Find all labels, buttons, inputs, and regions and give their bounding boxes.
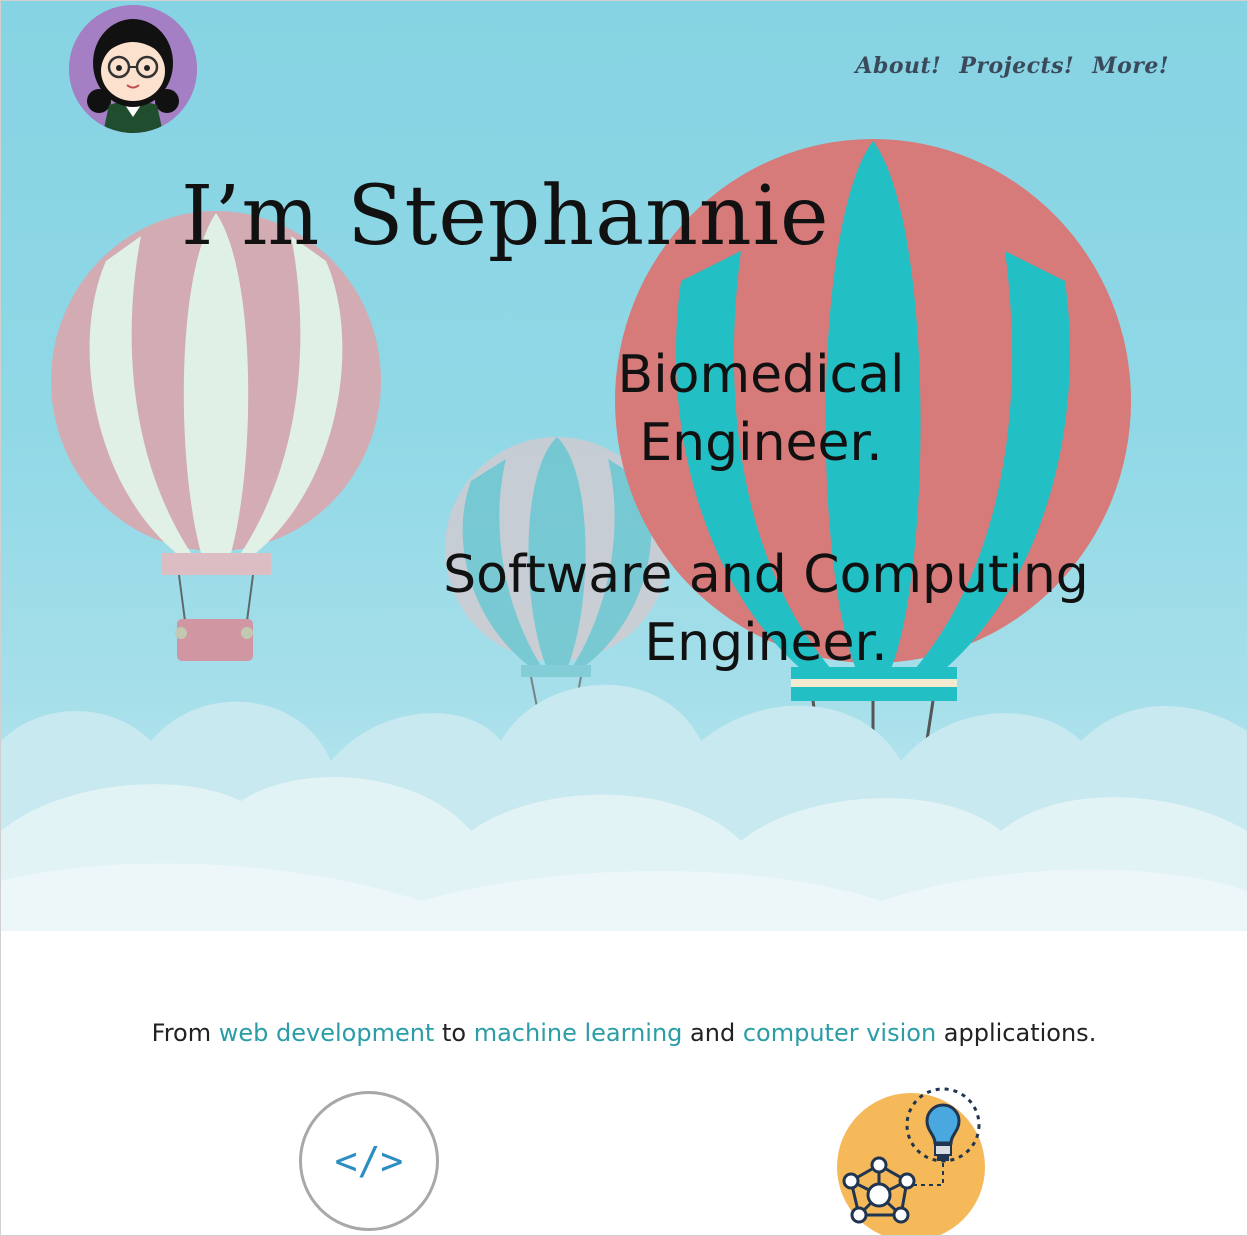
avatar-icon[interactable] [69, 5, 197, 133]
web-development-link[interactable]: web development [219, 1019, 435, 1047]
nav-about-link[interactable]: About! [855, 53, 941, 79]
tagline-suffix: applications. [943, 1019, 1097, 1047]
subtitle-2-line-2: Engineer. [644, 613, 888, 673]
tagline-joiner-1: to [441, 1019, 467, 1047]
intro-tagline: From web development to machine learning… [1, 1019, 1247, 1047]
code-brackets-icon[interactable]: </> [299, 1091, 439, 1231]
main-nav: About! Projects! More! [855, 53, 1169, 79]
clouds-illustration [1, 684, 1247, 931]
nav-projects-link[interactable]: Projects! [959, 53, 1074, 79]
subtitle-1-line-1: Biomedical [617, 345, 905, 405]
computer-vision-link[interactable]: computer vision [743, 1019, 936, 1047]
subtitle-2-line-1: Software and Computing [443, 545, 1089, 605]
hero-section: About! Projects! More! I’m Stephannie Bi… [1, 1, 1247, 931]
code-icon-text: </> [334, 1139, 404, 1183]
girl-with-glasses-avatar-icon [69, 5, 197, 133]
machine-learning-link[interactable]: machine learning [474, 1019, 683, 1047]
hero-subtitle-biomedical: Biomedical Engineer. [561, 341, 961, 477]
network-lightbulb-icon[interactable] [831, 1085, 991, 1236]
tagline-prefix: From [151, 1019, 212, 1047]
hero-subtitle-software: Software and Computing Engineer. [401, 541, 1131, 677]
page-frame: About! Projects! More! I’m Stephannie Bi… [0, 0, 1248, 1236]
subtitle-1-line-2: Engineer. [639, 413, 883, 473]
nav-more-link[interactable]: More! [1092, 53, 1169, 79]
tagline-joiner-2: and [690, 1019, 736, 1047]
left-balloon-illustration [51, 211, 381, 661]
hero-title: I’m Stephannie [181, 169, 830, 264]
